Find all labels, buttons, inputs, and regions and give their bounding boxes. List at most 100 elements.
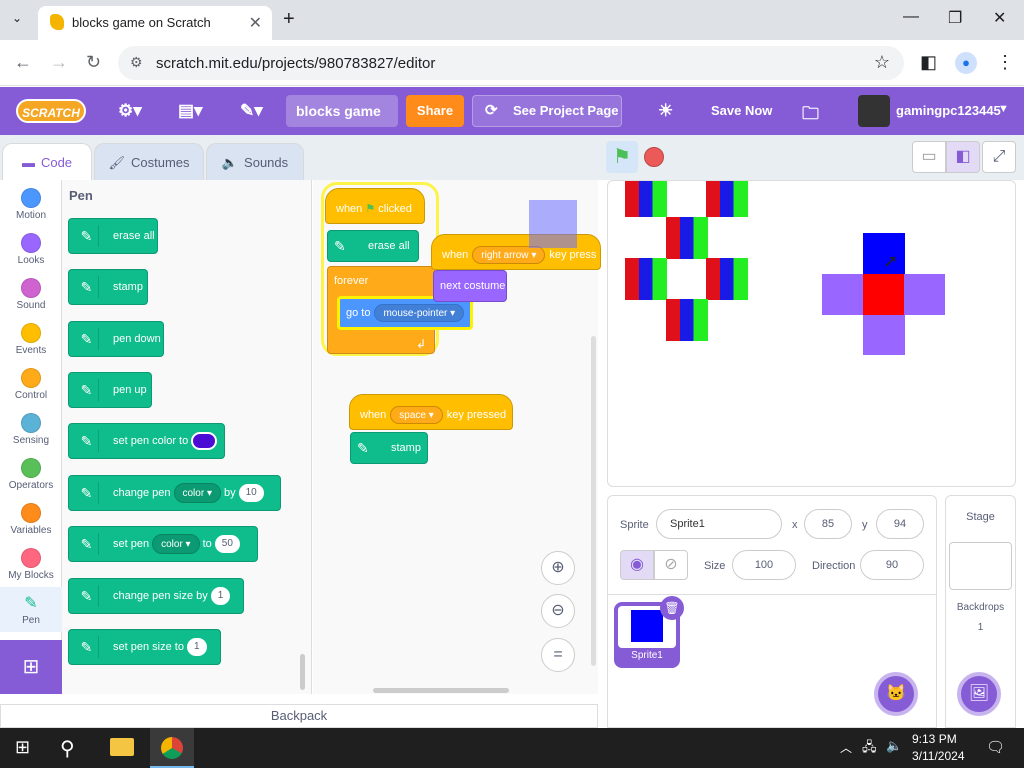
- username[interactable]: gamingpc123445: [896, 103, 1001, 118]
- taskbar-search-icon[interactable]: ⚲: [60, 736, 75, 761]
- file-explorer-icon[interactable]: [110, 738, 134, 756]
- erase-all-block[interactable]: ✎ erase all: [327, 230, 419, 262]
- back-icon[interactable]: ←: [14, 52, 32, 73]
- save-now-button[interactable]: Save Now: [711, 103, 772, 118]
- small-stage-button[interactable]: ▭: [912, 141, 946, 173]
- windows-start-icon[interactable]: ⊞: [15, 737, 30, 758]
- script-hscrollbar[interactable]: [373, 688, 509, 693]
- size-input[interactable]: 100: [732, 550, 796, 580]
- pen-color-swatch[interactable]: [191, 432, 218, 451]
- category-variables[interactable]: Variables: [0, 497, 62, 542]
- param-dropdown[interactable]: color ▾: [173, 483, 221, 504]
- backdrop-thumbnail[interactable]: [949, 542, 1012, 590]
- url-text[interactable]: scratch.mit.edu/projects/980783827/edito…: [156, 55, 435, 72]
- category-pen[interactable]: ✎ Pen: [0, 587, 62, 632]
- tutorials-bulb-icon[interactable]: ☀: [658, 101, 673, 121]
- category-looks[interactable]: Looks: [0, 227, 62, 272]
- reload-icon[interactable]: ↻: [86, 52, 101, 73]
- file-menu-icon[interactable]: ▤▾: [178, 101, 203, 121]
- my-stuff-folder-icon[interactable]: 🗀: [802, 101, 819, 130]
- y-input[interactable]: 94: [876, 509, 924, 539]
- share-button[interactable]: Share: [406, 95, 464, 127]
- stamp-block[interactable]: ✎ stamp: [350, 432, 428, 464]
- param-dropdown[interactable]: color ▾: [152, 534, 200, 555]
- green-flag-button[interactable]: ⚑: [606, 141, 638, 173]
- when-space-key-block[interactable]: when space ▾ key pressed: [349, 394, 513, 430]
- x-input[interactable]: 85: [804, 509, 852, 539]
- script-vscrollbar[interactable]: [591, 336, 596, 666]
- side-panel-icon[interactable]: ◧: [920, 52, 937, 73]
- fullscreen-button[interactable]: ⤢: [982, 141, 1016, 173]
- site-info-icon[interactable]: ⚙: [130, 54, 143, 71]
- restore-icon[interactable]: ❐: [948, 8, 962, 28]
- block-set-pen-size-to[interactable]: ✎ set pen size to 1: [68, 629, 221, 665]
- stage-canvas[interactable]: ➚: [607, 180, 1016, 487]
- size-by-field[interactable]: 1: [210, 587, 231, 606]
- key-dropdown[interactable]: right arrow ▾: [472, 246, 546, 265]
- backpack[interactable]: Backpack: [0, 704, 598, 728]
- tab-costumes[interactable]: 🖌 Costumes: [94, 143, 204, 181]
- sprite-name-input[interactable]: Sprite1: [656, 509, 782, 539]
- category-sound[interactable]: Sound: [0, 272, 62, 317]
- stop-button[interactable]: [644, 147, 664, 167]
- volume-icon[interactable]: 🔈: [886, 738, 902, 754]
- block-change-pen-size-by[interactable]: ✎ change pen size by 1: [68, 578, 244, 614]
- tray-chevron-icon[interactable]: ︿: [840, 739, 852, 756]
- notifications-icon[interactable]: 🗨: [986, 738, 1005, 756]
- add-extension-button[interactable]: ⊞: [0, 640, 62, 694]
- clock-time[interactable]: 9:13 PM: [912, 732, 957, 746]
- window-close-icon[interactable]: ✕: [993, 8, 1006, 28]
- palette-scrollbar[interactable]: [300, 654, 305, 690]
- scratch-logo[interactable]: SCRATCH: [16, 99, 86, 123]
- zoom-out-button[interactable]: ⊖: [541, 594, 575, 628]
- block-pen-down[interactable]: ✎ pen down: [68, 321, 164, 357]
- change-value-field[interactable]: 10: [238, 484, 264, 503]
- new-tab-icon[interactable]: +: [283, 8, 295, 31]
- category-sensing[interactable]: Sensing: [0, 407, 62, 452]
- category-operators[interactable]: Operators: [0, 452, 62, 497]
- delete-sprite-button[interactable]: 🗑: [660, 596, 684, 620]
- close-tab-icon[interactable]: ✕: [249, 13, 262, 33]
- clock-date[interactable]: 3/11/2024: [912, 749, 965, 763]
- account-dropdown-icon[interactable]: ▼: [998, 103, 1009, 115]
- chrome-taskbar-button[interactable]: [150, 728, 194, 768]
- direction-input[interactable]: 90: [860, 550, 924, 580]
- stage-target-pane[interactable]: Stage Backdrops 1 🖼: [945, 495, 1016, 728]
- avatar[interactable]: [858, 95, 890, 127]
- zoom-reset-button[interactable]: =: [541, 638, 575, 672]
- tab-code[interactable]: ▬ Code: [2, 143, 92, 181]
- bookmark-star-icon[interactable]: ☆: [874, 52, 890, 73]
- address-bar[interactable]: ⚙ scratch.mit.edu/projects/980783827/edi…: [118, 46, 904, 80]
- category-control[interactable]: Control: [0, 362, 62, 407]
- block-pen-up[interactable]: ✎ pen up: [68, 372, 152, 408]
- block-set-pen-color-to-value[interactable]: ✎ set pen color ▾ to 50: [68, 526, 258, 562]
- category-my-blocks[interactable]: My Blocks: [0, 542, 62, 587]
- see-project-page-button[interactable]: ⟳ See Project Page: [472, 95, 622, 127]
- forward-icon[interactable]: →: [50, 52, 68, 73]
- chrome-menu-icon[interactable]: ⋮: [996, 52, 1014, 73]
- settings-gear-icon[interactable]: ⚙▾: [118, 101, 142, 121]
- minimize-icon[interactable]: —: [903, 8, 919, 26]
- project-title-input[interactable]: blocks game: [286, 95, 398, 127]
- tab-sounds[interactable]: 🔈 Sounds: [206, 143, 304, 181]
- zoom-in-button[interactable]: ⊕: [541, 551, 575, 585]
- show-sprite-button[interactable]: ◉: [620, 550, 654, 580]
- choose-backdrop-button[interactable]: 🖼: [957, 672, 1001, 716]
- network-icon[interactable]: 🖧: [862, 738, 877, 760]
- profile-icon[interactable]: ●: [955, 52, 977, 74]
- browser-tab[interactable]: blocks game on Scratch ✕: [38, 6, 272, 40]
- block-change-pen-color-by[interactable]: ✎ change pen color ▾ by 10: [68, 475, 281, 511]
- block-erase-all[interactable]: ✎ erase all: [68, 218, 158, 254]
- block-stamp[interactable]: ✎ stamp: [68, 269, 148, 305]
- set-value-field[interactable]: 50: [214, 535, 240, 554]
- space-key-dropdown[interactable]: space ▾: [390, 406, 443, 425]
- next-costume-block[interactable]: next costume: [433, 270, 507, 302]
- edit-menu-icon[interactable]: ✎▾: [240, 101, 263, 121]
- tab-search-icon[interactable]: ⌄: [12, 11, 22, 25]
- size-to-field[interactable]: 1: [186, 638, 207, 657]
- choose-sprite-button[interactable]: 🐱: [874, 672, 918, 716]
- category-motion[interactable]: Motion: [0, 182, 62, 227]
- hide-sprite-button[interactable]: ⊘: [654, 550, 688, 580]
- go-to-target-dropdown[interactable]: mouse-pointer ▾: [374, 304, 465, 323]
- category-events[interactable]: Events: [0, 317, 62, 362]
